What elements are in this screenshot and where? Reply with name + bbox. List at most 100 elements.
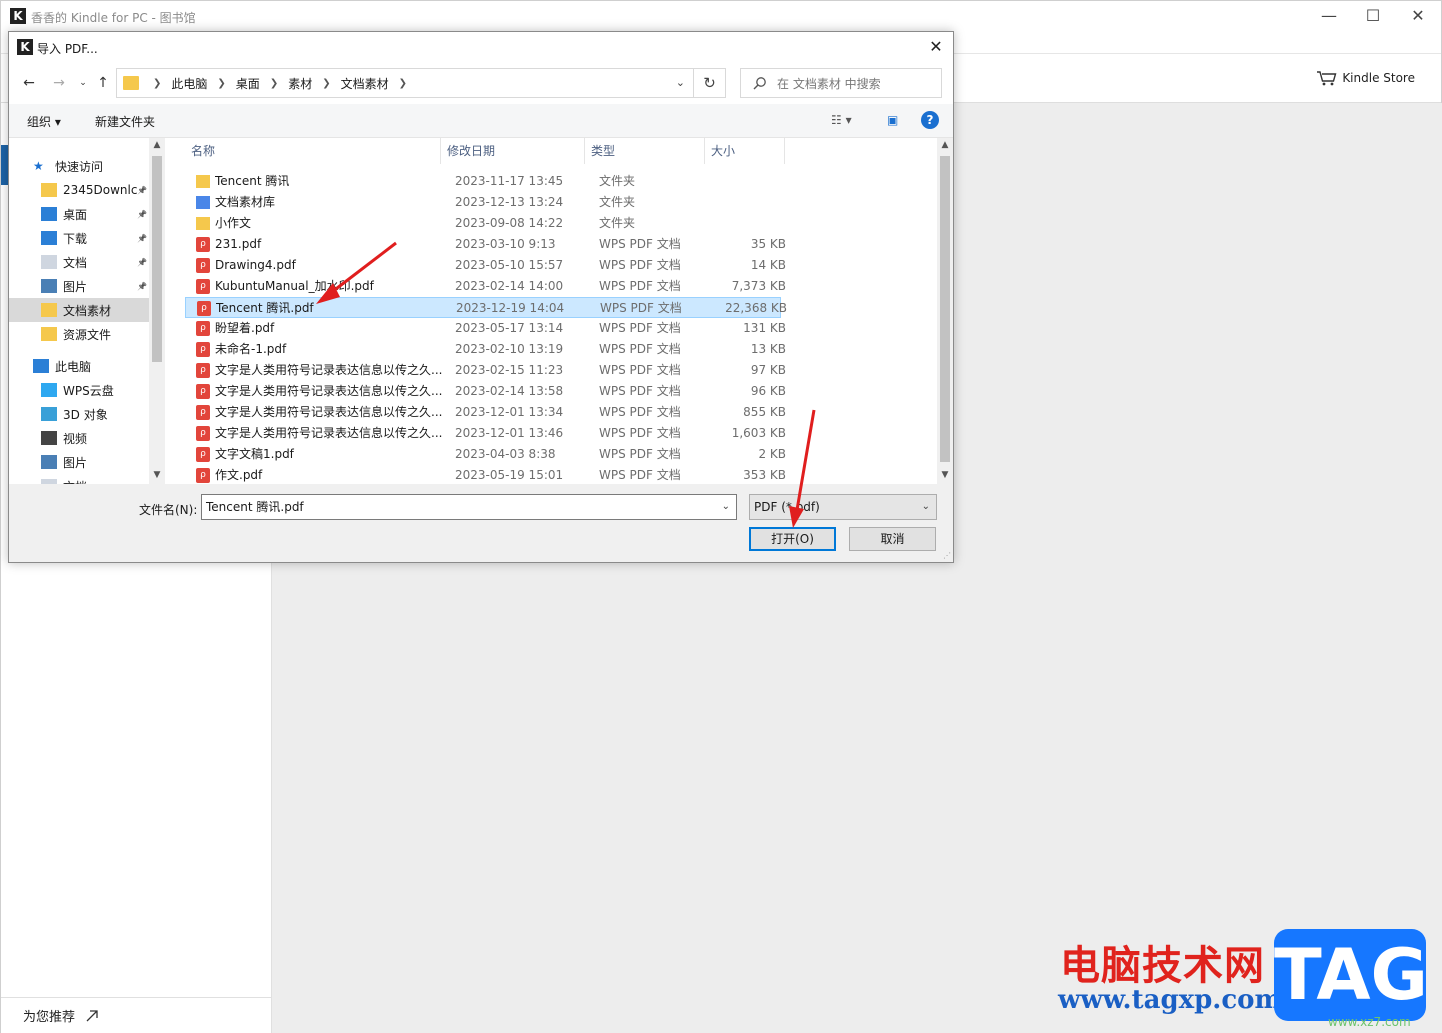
- nav-item[interactable]: 3D 对象: [9, 402, 149, 426]
- file-name: 作文.pdf: [215, 468, 263, 482]
- file-row[interactable]: ρ 盼望着.pdf 2023-05-17 13:14 WPS PDF 文档 131 KB: [185, 318, 786, 339]
- file-row[interactable]: ρ Drawing4.pdf 2023-05-10 15:57 WPS PDF 文档 1…: [185, 255, 786, 276]
- file-date: 2023-04-03 8:38: [455, 447, 556, 461]
- nav-pane-scrollbar[interactable]: ▲ ▼: [149, 138, 165, 484]
- file-list-scrollbar[interactable]: ▲ ▼: [937, 138, 953, 484]
- chevron-down-icon[interactable]: ⌄: [676, 76, 685, 89]
- breadcrumb-assets[interactable]: 素材: [288, 75, 312, 92]
- file-date: 2023-09-08 14:22: [455, 216, 564, 230]
- scroll-down-icon[interactable]: ▼: [937, 470, 953, 480]
- scroll-thumb[interactable]: [152, 156, 162, 362]
- nav-item[interactable]: 图片: [9, 450, 149, 474]
- column-size[interactable]: 大小: [705, 138, 785, 164]
- breadcrumb-desktop[interactable]: 桌面: [236, 75, 260, 92]
- file-name: 文档素材库: [215, 195, 276, 209]
- watermark-url: www.tagxp.com: [1058, 985, 1283, 1015]
- refresh-button[interactable]: ↻: [694, 68, 726, 98]
- star-icon: ★: [33, 159, 44, 173]
- nav-item[interactable]: 下载 📌: [9, 226, 149, 250]
- file-type: WPS PDF 文档: [599, 342, 681, 356]
- recent-dropdown-icon[interactable]: ⌄: [73, 73, 93, 93]
- file-row[interactable]: Tencent 腾讯 2023-11-17 13:45 文件夹: [185, 171, 781, 192]
- forward-arrow-icon[interactable]: →: [49, 73, 69, 93]
- scroll-up-icon[interactable]: ▲: [937, 140, 953, 150]
- dialog-close-button[interactable]: ✕: [925, 36, 947, 58]
- nav-item[interactable]: 桌面 📌: [9, 202, 149, 226]
- nav-item-label: 资源文件: [63, 327, 112, 342]
- nav-item[interactable]: 视频: [9, 426, 149, 450]
- new-folder-button[interactable]: 新建文件夹: [95, 113, 155, 130]
- breadcrumb-doc-assets[interactable]: 文档素材: [341, 75, 389, 92]
- pictures-icon: [41, 455, 57, 469]
- file-row[interactable]: ρ 文字文稿1.pdf 2023-04-03 8:38 WPS PDF 文档 2 KB: [185, 444, 786, 465]
- watermark-tag-logo: TAG: [1274, 929, 1428, 1021]
- file-row[interactable]: 小作文 2023-09-08 14:22 文件夹: [185, 213, 781, 234]
- chevron-right-icon: ❯: [398, 77, 408, 89]
- file-date: 2023-05-10 15:57: [455, 258, 564, 272]
- file-date: 2023-03-10 9:13: [455, 237, 556, 251]
- up-arrow-icon[interactable]: ↑: [93, 73, 113, 93]
- column-date[interactable]: 修改日期: [441, 138, 585, 164]
- chevron-down-icon[interactable]: ⌄: [722, 495, 730, 519]
- cancel-button[interactable]: 取消: [849, 527, 936, 551]
- nav-item[interactable]: 文档 📌: [9, 250, 149, 274]
- file-size: 97 KB: [750, 363, 786, 377]
- open-button[interactable]: 打开(O): [749, 527, 836, 551]
- help-icon[interactable]: ?: [921, 111, 939, 129]
- scroll-thumb[interactable]: [940, 156, 950, 462]
- preview-pane-icon[interactable]: ▣: [887, 113, 898, 127]
- download-icon: [41, 231, 57, 245]
- pdf-file-icon: ρ: [196, 258, 210, 273]
- nav-item-label: 快速访问: [55, 159, 104, 174]
- file-row[interactable]: ρ 文字是人类用符号记录表达信息以传之久... 2023-12-01 13:46 WP…: [185, 423, 786, 444]
- file-type-select[interactable]: PDF (*.pdf) ⌄: [749, 494, 937, 520]
- recommend-link[interactable]: 为您推荐: [1, 997, 271, 1033]
- minimize-button[interactable]: —: [1309, 5, 1349, 29]
- file-date: 2023-12-01 13:34: [455, 405, 564, 419]
- nav-item[interactable]: ★ 快速访问: [9, 154, 149, 178]
- back-arrow-icon[interactable]: ←: [19, 73, 39, 93]
- folder-icon: [41, 303, 57, 317]
- search-placeholder: 在 文档素材 中搜索: [777, 76, 881, 91]
- file-row[interactable]: 文档素材库 2023-12-13 13:24 文件夹: [185, 192, 781, 213]
- recommend-label: 为您推荐: [23, 1010, 76, 1025]
- view-options-icon[interactable]: ☷ ▾: [831, 113, 852, 127]
- nav-item[interactable]: 文档: [9, 474, 149, 484]
- scroll-up-icon[interactable]: ▲: [149, 140, 165, 150]
- kindle-titlebar: K 香香的 Kindle for PC - 图书馆 — ☐ ✕: [1, 1, 1441, 33]
- scroll-down-icon[interactable]: ▼: [149, 470, 165, 480]
- file-name: 文字文稿1.pdf: [215, 447, 294, 461]
- resize-grip-icon[interactable]: ⋰: [943, 551, 951, 560]
- filename-input[interactable]: Tencent 腾讯.pdf ⌄: [201, 494, 737, 520]
- kindle-store-button[interactable]: Kindle Store: [1316, 70, 1415, 86]
- nav-item[interactable]: 此电脑: [9, 354, 149, 378]
- file-row[interactable]: ρ KubuntuManual_加水印.pdf 2023-02-14 14:00 WP…: [185, 276, 786, 297]
- organize-button[interactable]: 组织 ▾: [27, 113, 61, 130]
- file-row[interactable]: ρ 作文.pdf 2023-05-19 15:01 WPS PDF 文档 353 KB: [185, 465, 786, 484]
- column-type[interactable]: 类型: [585, 138, 705, 164]
- breadcrumb-this-pc[interactable]: 此电脑: [171, 75, 207, 92]
- nav-item[interactable]: 2345Downlc 📌: [9, 178, 149, 202]
- file-type: WPS PDF 文档: [599, 405, 681, 419]
- search-input[interactable]: 在 文档素材 中搜索: [740, 68, 942, 98]
- chevron-down-icon[interactable]: ⌄: [922, 495, 930, 519]
- pictures-icon: [41, 279, 57, 293]
- address-bar[interactable]: ❯ 此电脑 ❯ 桌面 ❯ 素材 ❯ 文档素材 ❯ ⌄: [116, 68, 694, 98]
- file-row[interactable]: ρ Tencent 腾讯.pdf 2023-12-19 14:04 WPS PDF 文…: [185, 297, 787, 318]
- nav-item[interactable]: 资源文件: [9, 322, 149, 346]
- file-row[interactable]: ρ 文字是人类用符号记录表达信息以传之久... 2023-12-01 13:34 WP…: [185, 402, 786, 423]
- close-window-button[interactable]: ✕: [1398, 5, 1438, 29]
- watermark: 电脑技术网 www.tagxp.com TAG www.xz7.com: [1048, 927, 1442, 1033]
- file-row[interactable]: ρ 文字是人类用符号记录表达信息以传之久... 2023-02-14 13:58 WP…: [185, 381, 786, 402]
- file-row[interactable]: ρ 231.pdf 2023-03-10 9:13 WPS PDF 文档 35 KB: [185, 234, 786, 255]
- nav-item[interactable]: 文档素材: [9, 298, 149, 322]
- file-size: 2 KB: [758, 447, 786, 461]
- nav-item[interactable]: WPS云盘: [9, 378, 149, 402]
- computer-icon: [33, 359, 49, 373]
- file-row[interactable]: ρ 未命名-1.pdf 2023-02-10 13:19 WPS PDF 文档 13 K…: [185, 339, 786, 360]
- nav-item[interactable]: 图片 📌: [9, 274, 149, 298]
- maximize-button[interactable]: ☐: [1353, 5, 1393, 29]
- file-name: 文字是人类用符号记录表达信息以传之久...: [215, 405, 443, 419]
- file-row[interactable]: ρ 文字是人类用符号记录表达信息以传之久... 2023-02-15 11:23 WP…: [185, 360, 786, 381]
- nav-item-label: 文档素材: [63, 303, 112, 318]
